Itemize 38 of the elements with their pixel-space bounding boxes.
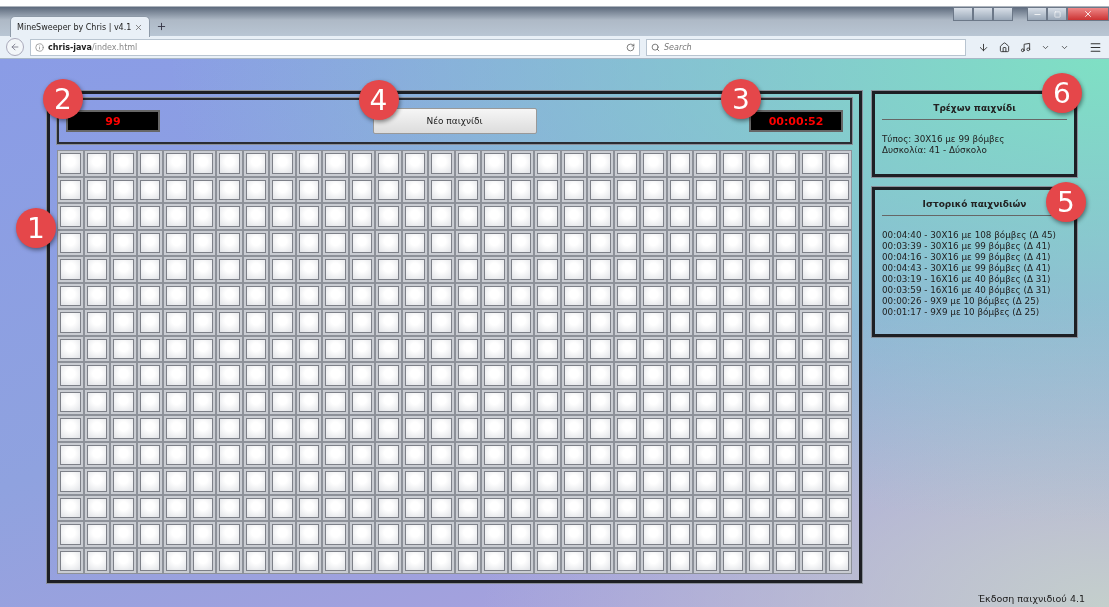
game-info-text: Δυσκολία: 41 - Δύσκολο xyxy=(882,145,987,156)
browser-tab[interactable]: MineSweeper by Chris | v4.1 xyxy=(10,16,150,37)
history-entry: 00:03:39 - 30X16 με 99 βόμβες (Δ 41) xyxy=(882,241,1051,252)
search-field[interactable]: Search xyxy=(646,38,966,56)
history-entry: 00:03:59 - 16X16 με 40 βόμβες (Δ 31) xyxy=(882,285,1051,296)
timer-display: 00:00:52 xyxy=(749,110,843,132)
number-badge: 4 xyxy=(358,80,399,120)
history-entry: 00:01:17 - 9X9 με 10 βόμβες (Δ 25) xyxy=(882,307,1040,318)
mines-counter: 99 xyxy=(66,110,160,132)
maximize-button[interactable] xyxy=(1047,7,1067,21)
number-badge: 3 xyxy=(721,79,761,119)
window-control-button[interactable] xyxy=(953,7,973,21)
game-info-text: Τύπος: 30X16 με 99 βόμβες xyxy=(882,134,1005,145)
history-entry: 00:00:26 - 9X9 με 10 βόμβες (Δ 25) xyxy=(882,296,1040,307)
window-control-button[interactable] xyxy=(993,7,1013,21)
back-arrow-icon xyxy=(10,42,20,52)
number-badge: 6 xyxy=(1042,73,1082,113)
version-text: Έκδοση παιχνιδιού 4.1 xyxy=(977,593,1085,604)
number-badge: 2 xyxy=(43,79,83,119)
close-icon[interactable] xyxy=(134,22,143,32)
info-icon[interactable] xyxy=(35,42,44,52)
number-badge: 1 xyxy=(16,208,56,248)
home-icon[interactable] xyxy=(999,41,1010,53)
window-control-button[interactable] xyxy=(973,7,993,21)
history-entry: 00:04:43 - 30X16 με 99 βόμβες (Δ 41) xyxy=(882,263,1051,274)
history-entry: 00:04:40 - 30X16 με 108 βόμβες (Δ 45) xyxy=(882,230,1056,241)
menu-icon[interactable] xyxy=(1089,40,1102,54)
history-entry: 00:04:16 - 30X16 με 99 βόμβες (Δ 41) xyxy=(882,252,1051,263)
reload-icon[interactable] xyxy=(626,42,635,52)
download-icon[interactable] xyxy=(978,41,989,53)
address-field[interactable]: chris-java/index.html xyxy=(30,38,640,56)
new-tab-icon[interactable] xyxy=(156,21,167,32)
minimize-button[interactable] xyxy=(1027,7,1047,21)
maximize-icon xyxy=(1053,10,1061,18)
close-button[interactable] xyxy=(1067,7,1109,21)
history-entry: 00:03:19 - 16X16 με 40 βόμβες (Δ 31) xyxy=(882,274,1051,285)
music-note-icon[interactable] xyxy=(1020,41,1031,53)
close-icon xyxy=(1083,9,1093,19)
